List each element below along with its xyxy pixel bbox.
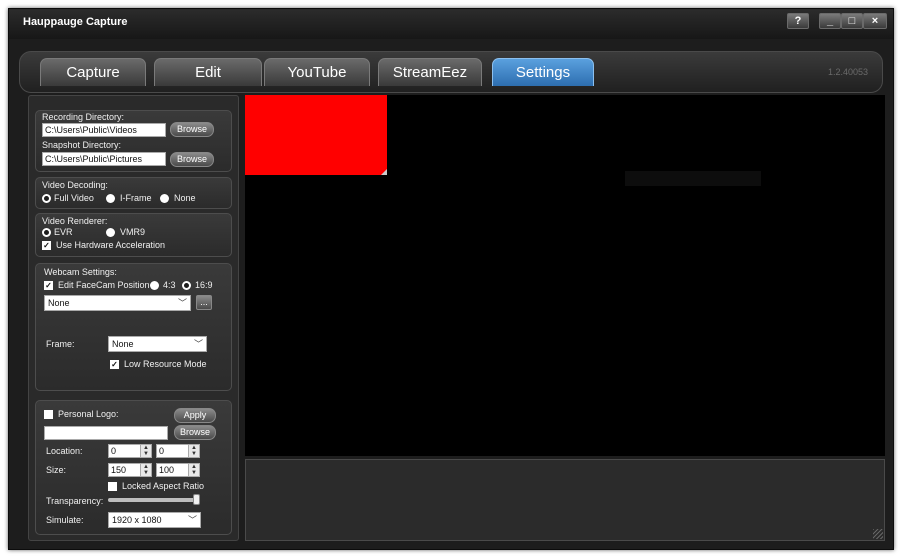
webcam-settings-group: Webcam Settings: ✓ Edit FaceCam Position… xyxy=(35,263,232,391)
size-height-spinner[interactable]: 100 ▲ ▼ xyxy=(156,463,200,477)
minimize-button[interactable]: _ xyxy=(819,13,841,29)
location-label: Location: xyxy=(46,446,83,456)
spinner-arrows-icon[interactable]: ▲ ▼ xyxy=(188,464,199,476)
renderer-evr-radio[interactable] xyxy=(42,228,51,237)
title-bar[interactable]: Hauppauge Capture ? _ □ × xyxy=(9,9,893,39)
settings-panel: Recording Directory: C:\Users\Public\Vid… xyxy=(28,95,239,541)
hardware-acceleration-checkbox[interactable]: ✓ xyxy=(42,241,51,250)
decoding-full-video-label: Full Video xyxy=(54,193,94,203)
window-title: Hauppauge Capture xyxy=(23,16,128,28)
spinner-arrows-icon[interactable]: ▲ ▼ xyxy=(140,445,151,457)
tab-settings[interactable]: Settings xyxy=(492,58,594,86)
logo-apply-button[interactable]: Apply xyxy=(174,408,216,423)
transparency-label: Transparency: xyxy=(46,496,104,506)
size-label: Size: xyxy=(46,465,67,475)
snapshot-directory-label: Snapshot Directory: xyxy=(42,140,122,150)
facecam-position-box[interactable] xyxy=(245,95,387,175)
personal-logo-group: Personal Logo: Apply Browse Location: 0 … xyxy=(35,400,232,535)
snapshot-browse-button[interactable]: Browse xyxy=(170,152,214,167)
recording-directory-field[interactable]: C:\Users\Public\Videos xyxy=(42,123,166,137)
hardware-acceleration-label: Use Hardware Acceleration xyxy=(56,240,166,250)
personal-logo-checkbox[interactable] xyxy=(44,410,53,419)
webcam-settings-label: Webcam Settings: xyxy=(44,267,117,277)
decoding-iframe-radio[interactable] xyxy=(106,194,115,203)
tab-streameez[interactable]: StreamEez xyxy=(378,58,482,86)
tab-youtube[interactable]: YouTube xyxy=(264,58,370,86)
ratio-16-9-label: 16:9 xyxy=(195,280,213,290)
ratio-4-3-radio[interactable] xyxy=(150,281,159,290)
locked-aspect-checkbox[interactable] xyxy=(108,482,117,491)
frame-value: None xyxy=(112,339,134,349)
webcam-device-value: None xyxy=(48,298,70,308)
bottom-info-panel xyxy=(245,459,885,541)
decoding-none-radio[interactable] xyxy=(160,194,169,203)
transparency-slider-thumb[interactable] xyxy=(193,494,200,505)
size-width-spinner[interactable]: 150 ▲ ▼ xyxy=(108,463,152,477)
tab-edit[interactable]: Edit xyxy=(154,58,262,86)
snapshot-directory-field[interactable]: C:\Users\Public\Pictures xyxy=(42,152,166,166)
version-label: 1.2.40053 xyxy=(827,67,868,77)
renderer-vmr9-radio[interactable] xyxy=(106,228,115,237)
app-window: Hauppauge Capture ? _ □ × Capture Edit Y… xyxy=(8,8,894,550)
simulate-select[interactable]: 1920 x 1080 ﹀ xyxy=(108,512,201,528)
resize-handle-icon[interactable] xyxy=(381,169,387,175)
chevron-down-icon: ﹀ xyxy=(187,515,197,525)
renderer-vmr9-label: VMR9 xyxy=(120,227,146,237)
help-button[interactable]: ? xyxy=(787,13,809,29)
webcam-device-select[interactable]: None ﹀ xyxy=(44,295,191,311)
location-y-spinner[interactable]: 0 ▲ ▼ xyxy=(156,444,200,458)
logo-browse-button[interactable]: Browse xyxy=(174,425,216,440)
tab-capture[interactable]: Capture xyxy=(40,58,146,86)
edit-facecam-label: Edit FaceCam Position xyxy=(58,280,150,290)
video-decoding-group: Video Decoding: Full Video I-Frame None xyxy=(35,177,232,209)
video-renderer-group: Video Renderer: EVR VMR9 ✓ Use Hardware … xyxy=(35,213,232,257)
video-decoding-label: Video Decoding: xyxy=(42,180,108,190)
location-y-value: 0 xyxy=(159,446,165,456)
recording-browse-button[interactable]: Browse xyxy=(170,122,214,137)
directories-group: Recording Directory: C:\Users\Public\Vid… xyxy=(35,110,232,172)
low-resource-label: Low Resource Mode xyxy=(124,359,207,369)
video-preview[interactable] xyxy=(245,95,885,456)
video-renderer-label: Video Renderer: xyxy=(42,216,108,226)
decoding-full-video-radio[interactable] xyxy=(42,194,51,203)
spinner-arrows-icon[interactable]: ▲ ▼ xyxy=(188,445,199,457)
size-width-value: 150 xyxy=(111,465,127,475)
simulate-label: Simulate: xyxy=(46,515,84,525)
chevron-down-icon: ﹀ xyxy=(177,298,187,308)
decoding-iframe-label: I-Frame xyxy=(120,193,152,203)
size-height-value: 100 xyxy=(159,465,175,475)
webcam-more-button[interactable]: ... xyxy=(196,295,212,310)
transparency-slider[interactable] xyxy=(108,494,200,505)
resize-grip-icon[interactable] xyxy=(873,529,883,539)
simulate-value: 1920 x 1080 xyxy=(112,515,162,525)
decoding-none-label: None xyxy=(174,193,196,203)
ratio-16-9-radio[interactable] xyxy=(182,281,191,290)
main-tab-bar: Capture Edit YouTube StreamEez Settings … xyxy=(19,51,883,93)
maximize-button[interactable]: □ xyxy=(841,13,863,29)
location-x-spinner[interactable]: 0 ▲ ▼ xyxy=(108,444,152,458)
edit-facecam-checkbox[interactable]: ✓ xyxy=(44,281,53,290)
ratio-4-3-label: 4:3 xyxy=(163,280,176,290)
locked-aspect-label: Locked Aspect Ratio xyxy=(122,481,205,491)
frame-select[interactable]: None ﹀ xyxy=(108,336,207,352)
location-x-value: 0 xyxy=(111,446,117,456)
recording-directory-label: Recording Directory: xyxy=(42,112,125,122)
spinner-arrows-icon[interactable]: ▲ ▼ xyxy=(140,464,151,476)
preview-overlay-bar xyxy=(625,171,761,186)
logo-path-field[interactable] xyxy=(44,426,168,440)
chevron-down-icon: ﹀ xyxy=(193,339,203,349)
close-button[interactable]: × xyxy=(863,13,887,29)
personal-logo-label: Personal Logo: xyxy=(58,409,119,419)
frame-label: Frame: xyxy=(46,339,75,349)
renderer-evr-label: EVR xyxy=(54,227,73,237)
low-resource-checkbox[interactable]: ✓ xyxy=(110,360,119,369)
